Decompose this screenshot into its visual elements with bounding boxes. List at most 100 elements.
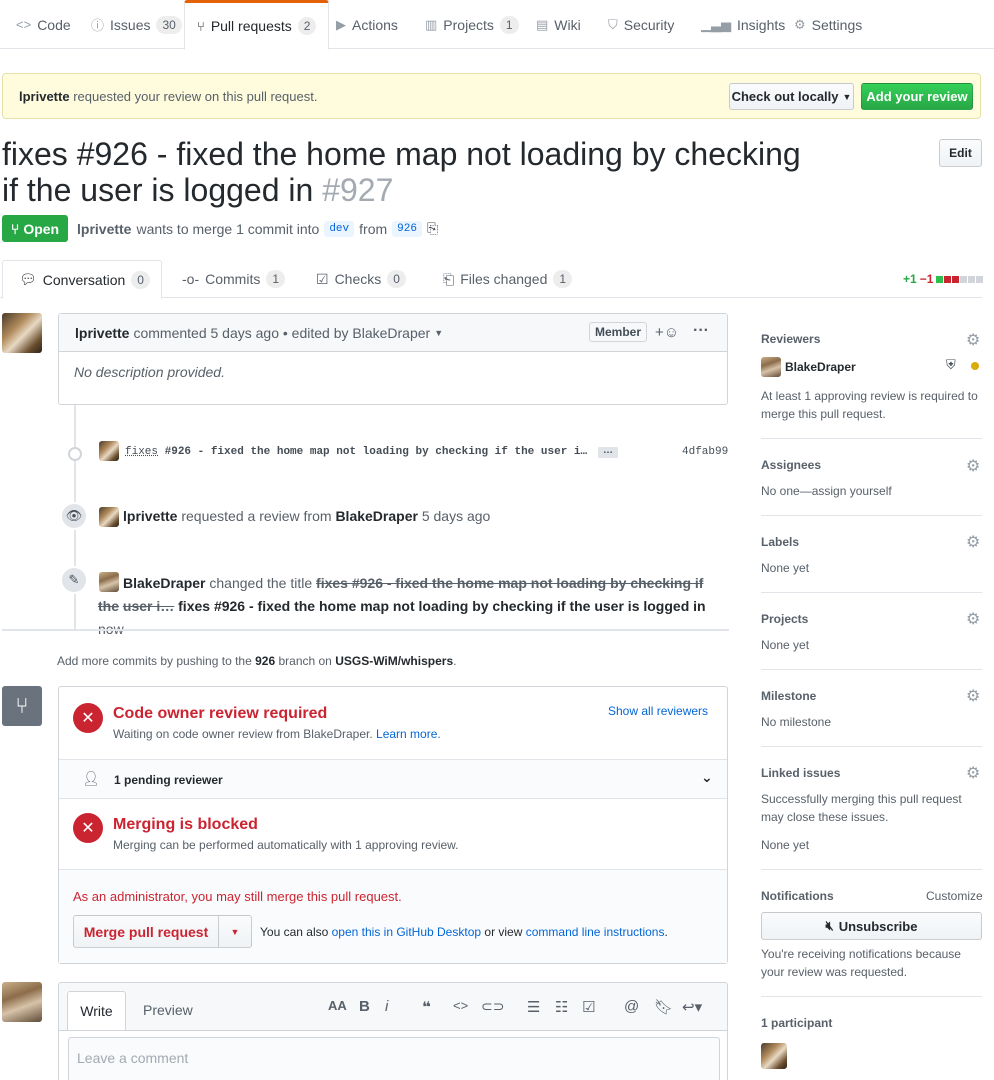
tab-code[interactable]: <> Code xyxy=(8,0,79,49)
ordered-list-icon[interactable]: ☷ xyxy=(555,998,568,1016)
copy-icon[interactable]: ⎘ xyxy=(427,220,438,237)
pr-author[interactable]: lprivette xyxy=(77,221,131,237)
tab-wiki-label: Wiki xyxy=(554,16,581,33)
code-icon[interactable]: <> xyxy=(453,998,468,1013)
checkout-label: Check out locally xyxy=(731,89,839,104)
tab-checks[interactable]: ☑ Checks 0 xyxy=(316,260,406,298)
review-request-event: lprivette requested a review from BlakeD… xyxy=(123,508,490,524)
add-reaction-icon[interactable]: +☺ xyxy=(655,324,679,341)
review-request-target[interactable]: BlakeDraper xyxy=(335,508,418,524)
edit-title-button[interactable]: Edit xyxy=(939,139,982,167)
gear-icon[interactable]: ⚙ xyxy=(966,330,980,350)
linked-issues-label[interactable]: Linked issues xyxy=(761,766,840,780)
unordered-list-icon[interactable]: ☰ xyxy=(527,998,540,1016)
comment-author[interactable]: lprivette xyxy=(75,325,129,341)
status-label: Open xyxy=(23,220,60,237)
pending-reviewers-row[interactable]: 👤︎ 1 pending reviewer ⌄ xyxy=(59,759,727,799)
add-review-button[interactable]: Add your review xyxy=(861,83,973,110)
gear-icon[interactable]: ⚙ xyxy=(966,609,980,629)
tab-issues-label: Issues xyxy=(110,16,151,33)
reply-icon[interactable]: ↩▾ xyxy=(682,998,702,1016)
gear-icon[interactable]: ⚙ xyxy=(966,456,980,476)
task-list-icon[interactable]: ☑ xyxy=(582,998,595,1016)
tab-preview[interactable]: Preview xyxy=(143,1002,193,1018)
admin-merge-text: As an administrator, you may still merge… xyxy=(73,889,402,904)
tab-actions[interactable]: ▶ Actions xyxy=(328,0,406,49)
tab-actions-label: Actions xyxy=(352,16,398,33)
unsubscribe-button[interactable]: 🔇︎ Unsubscribe xyxy=(761,912,982,940)
bold-icon[interactable]: B xyxy=(359,998,370,1015)
commit-text[interactable]: #926 - fixed the home map not loading by… xyxy=(165,446,587,458)
checkout-locally-button[interactable]: Check out locally ▼ xyxy=(729,83,854,110)
sidebar-divider xyxy=(761,746,982,747)
comment-textarea[interactable]: Leave a comment xyxy=(68,1037,720,1080)
gear-icon[interactable]: ⚙ xyxy=(966,532,980,552)
learn-more-link[interactable]: Learn more. xyxy=(376,727,441,741)
write-label: Write xyxy=(80,1003,113,1019)
bookmark-icon[interactable]: 🔖︎ xyxy=(654,998,673,1016)
tab-commits[interactable]: -o- Commits 1 xyxy=(182,260,286,298)
also-text: You can also xyxy=(260,925,329,939)
labels-label[interactable]: Labels xyxy=(761,535,799,549)
tab-wiki[interactable]: ▤ Wiki xyxy=(528,0,589,49)
assignees-label[interactable]: Assignees xyxy=(761,458,821,472)
tab-checks-label: Checks xyxy=(334,271,382,287)
eye-icon: 👁︎ xyxy=(60,502,88,530)
avatar[interactable] xyxy=(761,357,781,377)
issues-count: 30 xyxy=(156,15,182,34)
gear-icon[interactable]: ⚙ xyxy=(966,763,980,783)
projects-value: None yet xyxy=(761,638,810,652)
github-desktop-link[interactable]: open this in GitHub Desktop xyxy=(332,925,481,939)
customize-link[interactable]: Customize xyxy=(926,889,983,903)
projects-count: 1 xyxy=(499,15,519,34)
review-request-time[interactable]: 5 days ago xyxy=(422,508,491,524)
commit-link[interactable]: fixes xyxy=(125,446,158,458)
quote-icon[interactable]: ❝ xyxy=(422,998,431,1016)
tab-files-label: Files changed xyxy=(460,271,548,287)
push-hint-repo[interactable]: USGS-WiM/whispers xyxy=(335,654,453,668)
merge-method-dropdown[interactable]: ▼ xyxy=(218,915,252,948)
cli-instructions-link[interactable]: command line instructions xyxy=(526,925,665,939)
italic-icon[interactable]: i xyxy=(385,998,388,1015)
assignees-value[interactable]: No one—assign yourself xyxy=(761,482,892,500)
tab-conversation[interactable]: 💬︎ Conversation 0 xyxy=(2,260,162,299)
avatar[interactable] xyxy=(2,313,42,353)
show-all-reviewers-link[interactable]: Show all reviewers xyxy=(608,704,708,718)
book-icon: ▤ xyxy=(536,16,549,32)
tab-files-changed[interactable]: ⎗ Files changed 1 xyxy=(443,260,573,298)
tab-insights[interactable]: ▁▃▅ Insights xyxy=(693,0,793,49)
caret-down-icon[interactable]: ▼ xyxy=(434,328,443,338)
milestone-label[interactable]: Milestone xyxy=(761,689,816,703)
projects-label[interactable]: Projects xyxy=(761,612,808,626)
tab-issues[interactable]: ⓘ Issues 30 xyxy=(83,0,190,49)
avatar[interactable] xyxy=(99,441,119,461)
commit-sha[interactable]: 4dfab99 xyxy=(682,446,728,458)
link-icon[interactable]: ⊂⊃ xyxy=(481,998,504,1015)
text-size-icon[interactable]: AA xyxy=(328,998,347,1013)
base-branch[interactable]: dev xyxy=(324,220,355,237)
tab-security-label: Security xyxy=(623,16,675,33)
tab-projects[interactable]: ▥ Projects 1 xyxy=(417,0,527,49)
chevron-down-icon[interactable]: ⌄ xyxy=(701,769,713,786)
tab-pull-requests[interactable]: ⑂ Pull requests 2 xyxy=(184,0,330,50)
tab-write[interactable]: Write xyxy=(67,991,126,1031)
head-branch[interactable]: 926 xyxy=(392,220,422,237)
reviewer-name[interactable]: BlakeDraper xyxy=(785,360,856,374)
rename-user[interactable]: BlakeDraper xyxy=(123,575,206,591)
comment-meta[interactable]: commented 5 days ago • edited by BlakeDr… xyxy=(133,325,430,341)
mention-icon[interactable]: @ xyxy=(624,998,639,1015)
kebab-menu-icon[interactable]: ··· xyxy=(693,322,709,340)
avatar[interactable] xyxy=(99,507,119,527)
avatar[interactable] xyxy=(761,1043,787,1069)
tab-security[interactable]: ⛉ Security xyxy=(600,0,682,49)
reviewers-label[interactable]: Reviewers xyxy=(761,332,820,346)
review-request-user[interactable]: lprivette xyxy=(123,508,177,524)
merge-pull-request-button[interactable]: Merge pull request xyxy=(73,915,219,948)
linked-issues-value: None yet xyxy=(761,838,810,852)
mute-icon: 🔇︎ xyxy=(825,918,834,933)
gear-icon[interactable]: ⚙ xyxy=(966,686,980,706)
codeowner-text: Waiting on code owner review from BlakeD… xyxy=(113,727,373,741)
expand-commit-button[interactable]: … xyxy=(598,446,618,458)
tab-settings[interactable]: ⚙ Settings xyxy=(786,0,870,49)
comment-body: No description provided. xyxy=(74,364,225,380)
